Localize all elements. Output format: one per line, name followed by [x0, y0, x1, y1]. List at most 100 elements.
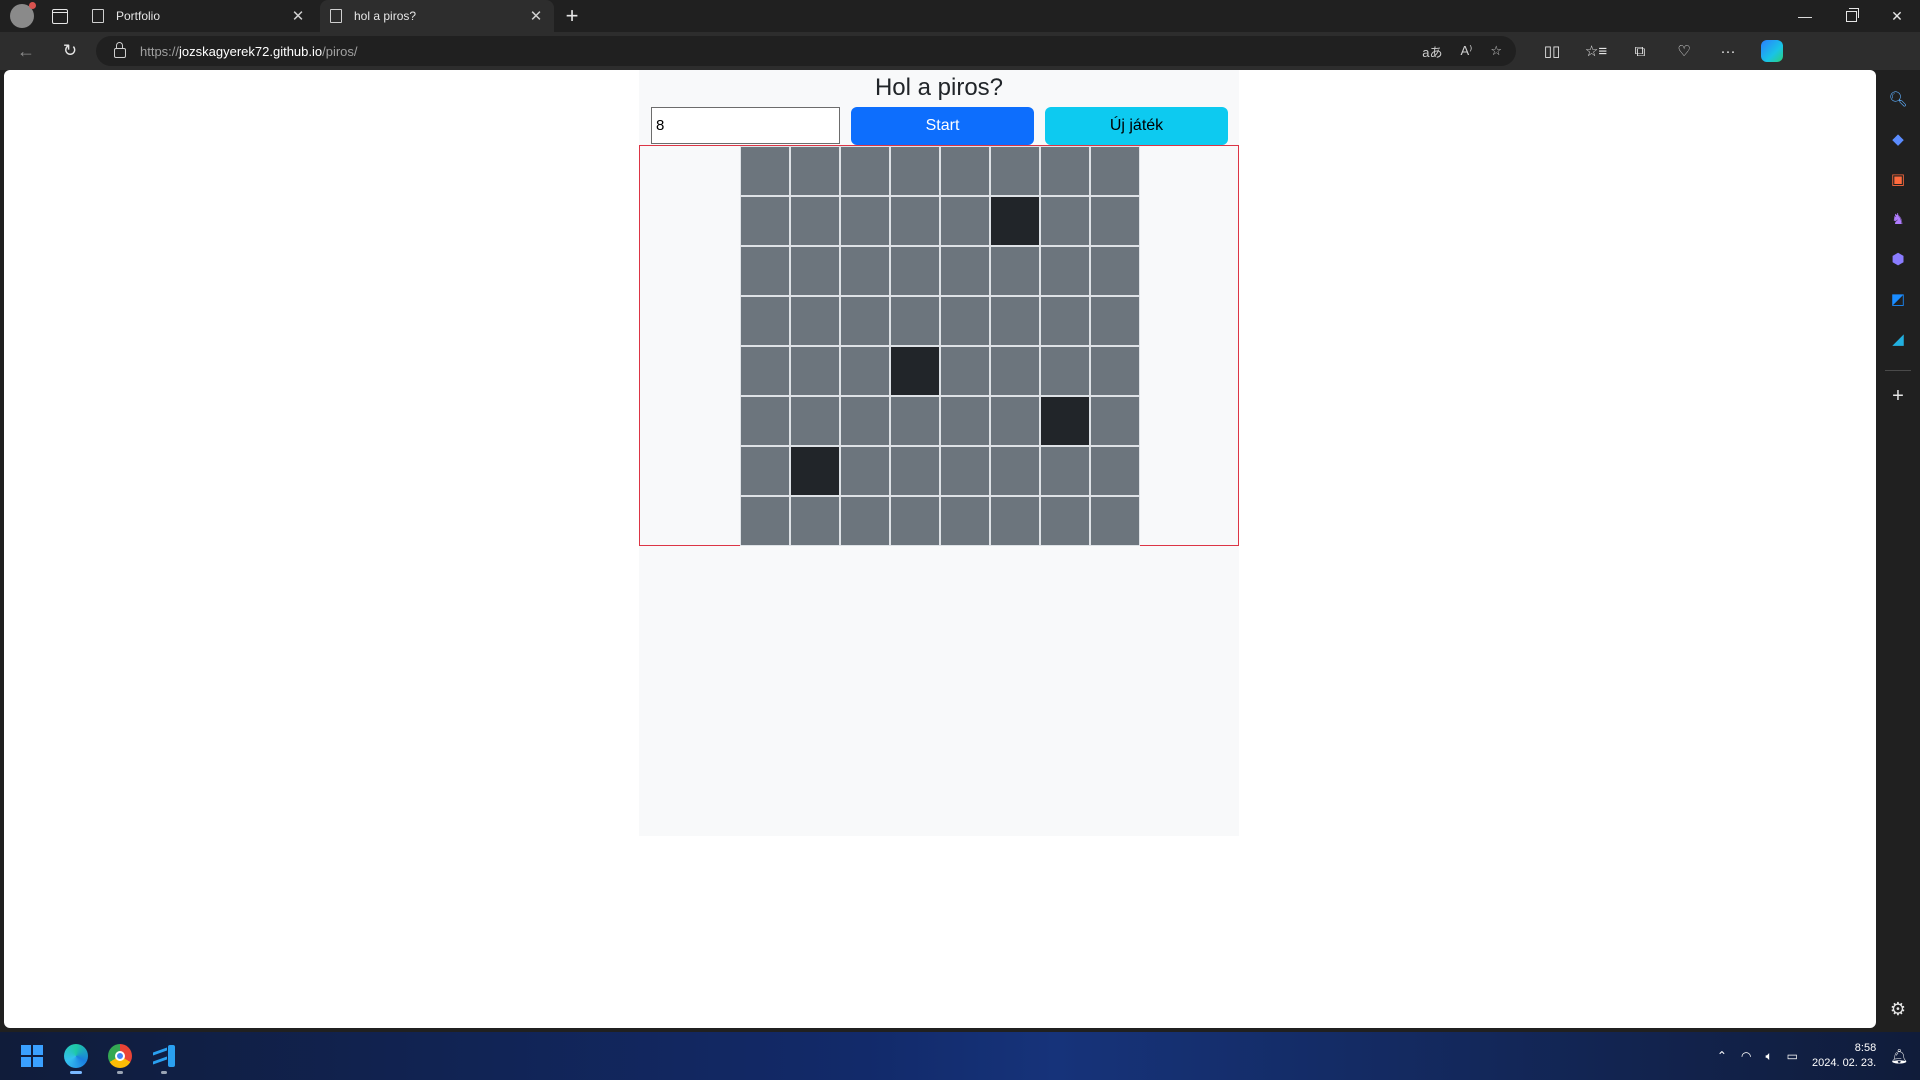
- grid-cell[interactable]: [790, 396, 840, 446]
- grid-cell[interactable]: [840, 346, 890, 396]
- grid-cell[interactable]: [1040, 296, 1090, 346]
- grid-cell[interactable]: [990, 196, 1040, 246]
- chevron-up-icon[interactable]: ⌃: [1717, 1049, 1727, 1063]
- grid-cell[interactable]: [990, 496, 1040, 546]
- grid-cell[interactable]: [790, 496, 840, 546]
- copilot-icon[interactable]: [1750, 36, 1794, 66]
- drop-icon[interactable]: ◢: [1887, 328, 1909, 350]
- grid-cell[interactable]: [740, 446, 790, 496]
- vscode-icon[interactable]: [144, 1036, 184, 1076]
- grid-cell[interactable]: [740, 346, 790, 396]
- collections-icon[interactable]: ⧉: [1618, 36, 1662, 66]
- grid-cell[interactable]: [740, 146, 790, 196]
- grid-cell[interactable]: [740, 296, 790, 346]
- grid-cell[interactable]: [840, 296, 890, 346]
- grid-cell[interactable]: [1090, 446, 1140, 496]
- grid-cell[interactable]: [790, 196, 840, 246]
- grid-cell[interactable]: [840, 146, 890, 196]
- grid-cell[interactable]: [740, 496, 790, 546]
- volume-icon[interactable]: 🔈︎: [1765, 1049, 1772, 1064]
- search-icon[interactable]: 🔍︎: [1887, 88, 1909, 110]
- grid-cell[interactable]: [1040, 196, 1090, 246]
- tab-actions-icon[interactable]: [48, 4, 72, 28]
- battery-icon[interactable]: ▭: [1787, 1049, 1798, 1063]
- tools-icon[interactable]: ▣: [1887, 168, 1909, 190]
- translate-icon[interactable]: aあ: [1422, 42, 1442, 61]
- grid-cell[interactable]: [990, 246, 1040, 296]
- grid-cell[interactable]: [1040, 396, 1090, 446]
- minimize-icon[interactable]: —: [1782, 0, 1828, 32]
- grid-cell[interactable]: [940, 396, 990, 446]
- grid-cell[interactable]: [790, 246, 840, 296]
- tab-hol-a-piros[interactable]: hol a piros? ✕: [320, 0, 554, 32]
- grid-cell[interactable]: [990, 396, 1040, 446]
- grid-cell[interactable]: [1090, 346, 1140, 396]
- grid-cell[interactable]: [940, 196, 990, 246]
- grid-cell[interactable]: [890, 246, 940, 296]
- shopping-icon[interactable]: ◆: [1887, 128, 1909, 150]
- tab-portfolio[interactable]: Portfolio ✕: [82, 0, 316, 32]
- grid-cell[interactable]: [840, 446, 890, 496]
- copilot-m365-icon[interactable]: ⬢: [1887, 248, 1909, 270]
- new-game-button[interactable]: Új játék: [1045, 107, 1228, 145]
- grid-cell[interactable]: [940, 246, 990, 296]
- close-icon[interactable]: ✕: [528, 7, 544, 25]
- grid-cell[interactable]: [890, 296, 940, 346]
- grid-cell[interactable]: [1040, 246, 1090, 296]
- grid-cell[interactable]: [1090, 296, 1140, 346]
- grid-cell[interactable]: [790, 146, 840, 196]
- start-button[interactable]: Start: [851, 107, 1034, 145]
- grid-cell[interactable]: [890, 146, 940, 196]
- grid-cell[interactable]: [990, 296, 1040, 346]
- grid-cell[interactable]: [1090, 496, 1140, 546]
- grid-cell[interactable]: [1090, 196, 1140, 246]
- grid-cell[interactable]: [1040, 496, 1090, 546]
- lock-icon[interactable]: [114, 42, 126, 58]
- games-icon[interactable]: ♞: [1887, 208, 1909, 230]
- edge-icon[interactable]: [56, 1036, 96, 1076]
- grid-cell[interactable]: [840, 246, 890, 296]
- new-tab-button[interactable]: +: [558, 2, 586, 30]
- grid-cell[interactable]: [1090, 396, 1140, 446]
- outlook-icon[interactable]: ◩: [1887, 288, 1909, 310]
- profile-avatar-icon[interactable]: [10, 2, 36, 28]
- grid-cell[interactable]: [740, 246, 790, 296]
- notification-bell-icon[interactable]: 🔔︎: [1890, 1048, 1908, 1065]
- favorites-icon[interactable]: ☆≡: [1574, 36, 1618, 66]
- windows-start-icon[interactable]: [12, 1036, 52, 1076]
- clock[interactable]: 8:58 2024. 02. 23.: [1812, 1041, 1876, 1071]
- window-close-icon[interactable]: ✕: [1874, 0, 1920, 32]
- grid-cell[interactable]: [890, 446, 940, 496]
- restore-icon[interactable]: [1828, 0, 1874, 32]
- reload-icon[interactable]: ↻: [52, 36, 88, 66]
- add-icon[interactable]: +: [1892, 385, 1904, 408]
- grid-cell[interactable]: [740, 396, 790, 446]
- grid-cell[interactable]: [740, 196, 790, 246]
- grid-cell[interactable]: [940, 496, 990, 546]
- grid-cell[interactable]: [840, 196, 890, 246]
- grid-cell[interactable]: [1090, 246, 1140, 296]
- grid-cell[interactable]: [790, 446, 840, 496]
- grid-cell[interactable]: [940, 446, 990, 496]
- grid-cell[interactable]: [990, 346, 1040, 396]
- grid-cell[interactable]: [790, 346, 840, 396]
- settings-gear-icon[interactable]: ⚙: [1890, 999, 1906, 1020]
- close-icon[interactable]: ✕: [290, 7, 306, 25]
- back-arrow-icon[interactable]: ←: [8, 36, 44, 66]
- favorite-star-icon[interactable]: ☆: [1490, 43, 1502, 59]
- grid-cell[interactable]: [840, 496, 890, 546]
- grid-cell[interactable]: [890, 346, 940, 396]
- grid-cell[interactable]: [1040, 446, 1090, 496]
- wifi-icon[interactable]: ◠: [1741, 1049, 1751, 1063]
- more-icon[interactable]: ···: [1706, 36, 1750, 66]
- grid-cell[interactable]: [990, 146, 1040, 196]
- grid-cell[interactable]: [1040, 146, 1090, 196]
- address-bar[interactable]: https://jozskagyerek72.github.io/piros/ …: [96, 36, 1516, 66]
- grid-cell[interactable]: [940, 296, 990, 346]
- grid-cell[interactable]: [890, 196, 940, 246]
- grid-cell[interactable]: [840, 396, 890, 446]
- grid-cell[interactable]: [1040, 346, 1090, 396]
- chrome-icon[interactable]: [100, 1036, 140, 1076]
- grid-cell[interactable]: [940, 146, 990, 196]
- grid-cell[interactable]: [990, 446, 1040, 496]
